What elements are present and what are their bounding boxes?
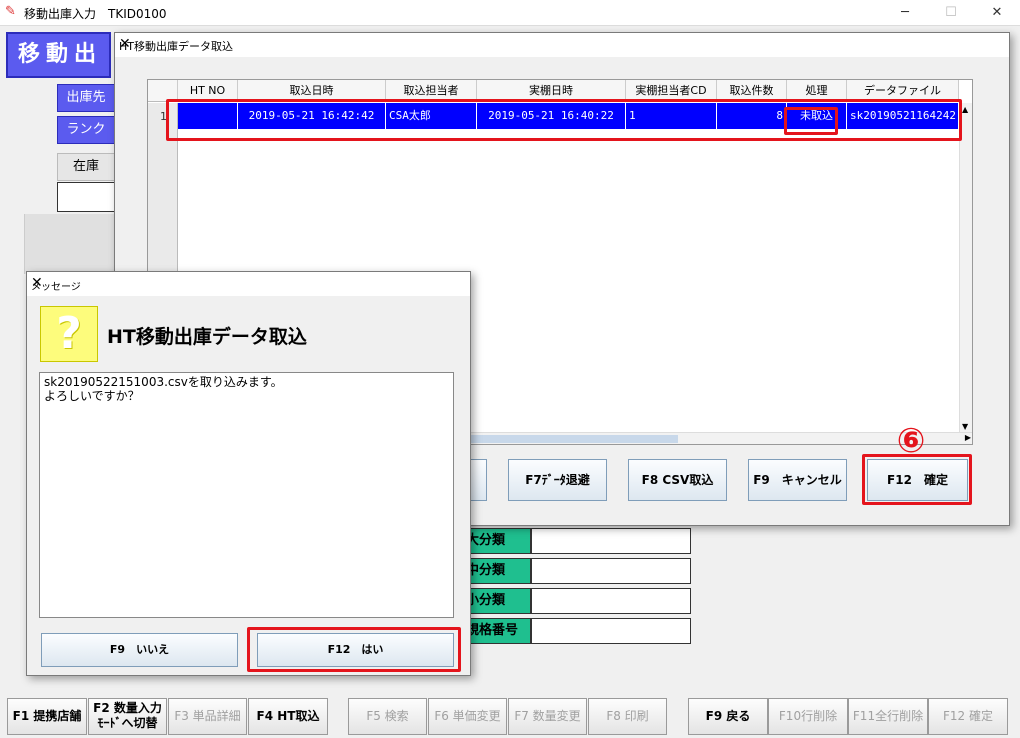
f8-csv-import-button[interactable]: F8 CSV取込: [628, 459, 727, 501]
f2-line2: ﾓｰﾄﾞへ切替: [97, 716, 158, 730]
ht-dialog-titlebar: HT移動出庫データ取込 ✕: [115, 33, 1009, 57]
f10-delete-row-button[interactable]: F10行削除: [768, 698, 848, 735]
f7-data-save-button[interactable]: F7ﾃﾞｰﾀ退避: [508, 459, 607, 501]
f2-quantity-mode-button[interactable]: F2 数量入力 ﾓｰﾄﾞへ切替: [88, 698, 167, 735]
f9-back-button[interactable]: F9 戻る: [688, 698, 768, 735]
message-dialog-titlebar: メッセージ ✕: [27, 272, 470, 296]
side-panel: [24, 214, 114, 274]
major-category-label: 大分類: [463, 528, 531, 554]
minor-category-label: 小分類: [463, 588, 531, 614]
question-icon: ?: [40, 306, 98, 362]
ht-dialog-close-icon[interactable]: ✕: [119, 36, 1001, 52]
middle-category-label: 中分類: [463, 558, 531, 584]
f3-item-detail-button[interactable]: F3 単品詳細: [168, 698, 247, 735]
f8-print-button[interactable]: F8 印刷: [588, 698, 667, 735]
scroll-down-icon[interactable]: ▼: [962, 422, 968, 431]
app-icon: ✎: [5, 4, 16, 19]
minimize-icon[interactable]: ─: [882, 0, 928, 26]
f7-quantity-change-button[interactable]: F7 数量変更: [508, 698, 587, 735]
stock-tab[interactable]: 在庫: [57, 153, 115, 181]
message-dialog: メッセージ ✕ ? HT移動出庫データ取込 sk20190522151003.c…: [26, 271, 471, 676]
major-category-field[interactable]: [531, 528, 691, 554]
f2-line1: F2 数量入力: [93, 701, 162, 715]
message-line-1: sk20190522151003.csvを取り込みます。: [44, 375, 283, 389]
f11-delete-all-button[interactable]: F11全行削除: [848, 698, 928, 735]
f9-no-button[interactable]: F9 いいえ: [41, 633, 238, 667]
f5-search-button[interactable]: F5 検索: [348, 698, 427, 735]
f9-cancel-button[interactable]: F9 キャンセル: [748, 459, 847, 501]
ship-to-button[interactable]: 出庫先: [57, 84, 115, 112]
scroll-right-icon[interactable]: ▶: [965, 433, 971, 442]
row-highlight-box: [166, 99, 962, 141]
scroll-up-icon[interactable]: ▲: [962, 105, 968, 114]
status-highlight-box: [784, 107, 838, 135]
minor-category-field[interactable]: [531, 588, 691, 614]
vertical-scrollbar[interactable]: ▲ ▼: [959, 103, 972, 433]
message-heading: HT移動出庫データ取込: [107, 326, 307, 348]
f6-unit-price-button[interactable]: F6 単価変更: [428, 698, 507, 735]
f12-confirm-button[interactable]: F12 確定: [928, 698, 1008, 735]
main-window-title: 移動出庫入力 TKID0100: [24, 7, 167, 21]
f1-partner-store-button[interactable]: F1 提携店舗: [7, 698, 87, 735]
confirm-highlight-box: [862, 454, 972, 505]
rank-button[interactable]: ランク: [57, 116, 115, 144]
message-text: sk20190522151003.csvを取り込みます。 よろしいですか？: [39, 372, 454, 618]
middle-category-field[interactable]: [531, 558, 691, 584]
maximize-icon[interactable]: ☐: [928, 0, 974, 26]
yes-highlight-box: [247, 627, 461, 672]
close-icon[interactable]: ✕: [974, 0, 1020, 26]
main-titlebar: ✎ 移動出庫入力 TKID0100 ─ ☐ ✕: [0, 0, 1020, 26]
message-close-icon[interactable]: ✕: [31, 275, 462, 291]
screen-header: 移動出: [6, 32, 111, 78]
spec-number-label: 規格番号: [463, 618, 531, 644]
spec-number-field[interactable]: [531, 618, 691, 644]
stock-field[interactable]: [57, 182, 115, 212]
message-line-2: よろしいですか？: [44, 389, 140, 403]
f4-ht-import-button[interactable]: F4 HT取込: [248, 698, 328, 735]
